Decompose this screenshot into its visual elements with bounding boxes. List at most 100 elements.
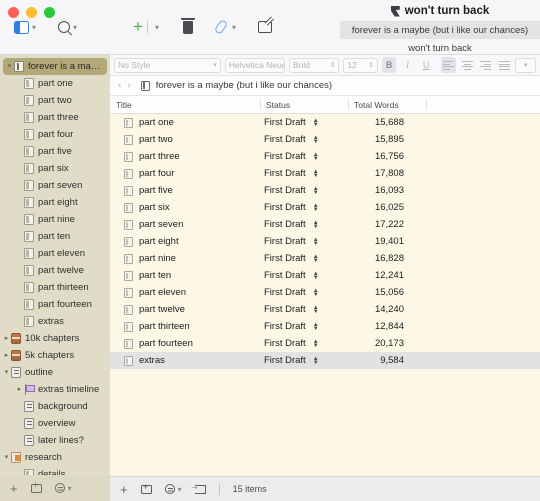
disclosure-triangle-icon[interactable] xyxy=(2,369,11,376)
cell-status[interactable]: First Draft ▲ ▼ xyxy=(260,355,348,366)
binder-item-part-thirteen[interactable]: part thirteen xyxy=(0,279,110,296)
trash-button[interactable] xyxy=(180,16,195,38)
sidebar-toggle-button[interactable]: ▾ xyxy=(14,16,36,38)
align-justify-button[interactable] xyxy=(497,57,511,73)
table-row[interactable]: part eleven First Draft ▲ ▼ 15,056 xyxy=(110,284,540,301)
binder-item-part-ten[interactable]: part ten xyxy=(0,228,110,245)
table-row[interactable]: part one First Draft ▲ ▼ 15,688 xyxy=(110,114,540,131)
table-row[interactable]: part five First Draft ▲ ▼ 16,093 xyxy=(110,182,540,199)
nav-forward-button[interactable]: › xyxy=(127,80,130,91)
nav-back-button[interactable]: ‹ xyxy=(118,80,121,91)
table-row[interactable]: part fourteen First Draft ▲ ▼ 20,173 xyxy=(110,335,540,352)
cell-status[interactable]: First Draft ▲ ▼ xyxy=(260,168,348,179)
disclosure-triangle-icon[interactable] xyxy=(15,386,24,393)
table-row[interactable]: part four First Draft ▲ ▼ 17,808 xyxy=(110,165,540,182)
popup-item-1[interactable]: won't turn back xyxy=(340,39,540,57)
status-stepper-icon[interactable]: ▲ ▼ xyxy=(313,118,319,128)
binder-item-details[interactable]: details xyxy=(0,466,110,475)
status-stepper-icon[interactable]: ▲ ▼ xyxy=(313,322,319,332)
table-row[interactable]: part six First Draft ▲ ▼ 16,025 xyxy=(110,199,540,216)
align-center-button[interactable] xyxy=(460,57,474,73)
cell-status[interactable]: First Draft ▲ ▼ xyxy=(260,202,348,213)
table-row[interactable]: part twelve First Draft ▲ ▼ 14,240 xyxy=(110,301,540,318)
status-stepper-icon[interactable]: ▲ ▼ xyxy=(313,186,319,196)
binder-item-part-three[interactable]: part three xyxy=(0,109,110,126)
binder-item-forever-is-a-mayb[interactable]: forever is a mayb... xyxy=(3,58,107,75)
cell-status[interactable]: First Draft ▲ ▼ xyxy=(260,236,348,247)
binder-item-extras-timeline[interactable]: extras timeline xyxy=(0,381,110,398)
binder-item-part-five[interactable]: part five xyxy=(0,143,110,160)
table-row[interactable]: extras First Draft ▲ ▼ 9,584 xyxy=(110,352,540,369)
cell-status[interactable]: First Draft ▲ ▼ xyxy=(260,185,348,196)
binder-add-button[interactable]: + xyxy=(10,482,18,495)
status-stepper-icon[interactable]: ▲ ▼ xyxy=(313,271,319,281)
column-header-status[interactable]: Status xyxy=(260,96,348,113)
compose-button[interactable] xyxy=(258,16,272,38)
new-folder-button[interactable] xyxy=(140,482,152,494)
disclosure-triangle-icon[interactable] xyxy=(2,335,11,342)
popup-item-0[interactable]: forever is a maybe (but i like our chanc… xyxy=(340,21,540,39)
binder-item-part-two[interactable]: part two xyxy=(0,92,110,109)
align-left-button[interactable] xyxy=(441,57,456,73)
cell-status[interactable]: First Draft ▲ ▼ xyxy=(260,117,348,128)
column-header-total-words[interactable]: Total Words xyxy=(348,96,426,113)
add-button[interactable]: + ▾ xyxy=(133,16,159,38)
status-stepper-icon[interactable]: ▲ ▼ xyxy=(313,169,319,179)
binder-new-folder-button[interactable] xyxy=(30,481,42,493)
chevron-down-icon[interactable]: ▾ xyxy=(155,24,159,32)
chevron-down-icon[interactable]: ▾ xyxy=(232,24,236,32)
binder-item-part-twelve[interactable]: part twelve xyxy=(0,262,110,279)
status-stepper-icon[interactable]: ▲ ▼ xyxy=(313,339,319,349)
binder-item-part-eight[interactable]: part eight xyxy=(0,194,110,211)
status-stepper-icon[interactable]: ▲ ▼ xyxy=(313,305,319,315)
cell-status[interactable]: First Draft ▲ ▼ xyxy=(260,304,348,315)
status-stepper-icon[interactable]: ▲ ▼ xyxy=(313,203,319,213)
binder-tree[interactable]: forever is a mayb... part one part two part… xyxy=(0,55,110,475)
binder-item-background[interactable]: background xyxy=(0,398,110,415)
underline-button[interactable]: U xyxy=(419,57,433,73)
chevron-down-icon[interactable]: ▾ xyxy=(32,24,36,32)
binder-item-overview[interactable]: overview xyxy=(0,415,110,432)
binder-item-10k-chapters[interactable]: 10k chapters xyxy=(0,330,110,347)
binder-item-extras[interactable]: extras xyxy=(0,313,110,330)
cell-status[interactable]: First Draft ▲ ▼ xyxy=(260,151,348,162)
binder-options-button[interactable]: ▾ xyxy=(54,483,72,493)
binder-item-part-four[interactable]: part four xyxy=(0,126,110,143)
add-document-button[interactable]: + xyxy=(120,483,128,496)
status-stepper-icon[interactable]: ▲ ▼ xyxy=(313,152,319,162)
status-stepper-icon[interactable]: ▲ ▼ xyxy=(313,254,319,264)
align-right-button[interactable] xyxy=(478,57,492,73)
search-button[interactable]: ▾ xyxy=(58,16,77,38)
table-row[interactable]: part nine First Draft ▲ ▼ 16,828 xyxy=(110,250,540,267)
cell-status[interactable]: First Draft ▲ ▼ xyxy=(260,219,348,230)
cell-status[interactable]: First Draft ▲ ▼ xyxy=(260,270,348,281)
font-select[interactable]: Helvetica Neue ⇕ xyxy=(224,57,285,73)
binder-item-5k-chapters[interactable]: 5k chapters xyxy=(0,347,110,364)
disclosure-triangle-icon[interactable] xyxy=(2,454,11,461)
binder-item-later-lines[interactable]: later lines? xyxy=(0,432,110,449)
table-row[interactable]: part ten First Draft ▲ ▼ 12,241 xyxy=(110,267,540,284)
chevron-down-icon[interactable]: ▾ xyxy=(73,24,77,32)
cell-status[interactable]: First Draft ▲ ▼ xyxy=(260,287,348,298)
table-row[interactable]: part seven First Draft ▲ ▼ 17,222 xyxy=(110,216,540,233)
binder-item-outline[interactable]: outline xyxy=(0,364,110,381)
table-row[interactable]: part three First Draft ▲ ▼ 16,756 xyxy=(110,148,540,165)
table-row[interactable]: part two First Draft ▲ ▼ 15,895 xyxy=(110,131,540,148)
binder-item-part-one[interactable]: part one xyxy=(0,75,110,92)
binder-item-part-seven[interactable]: part seven xyxy=(0,177,110,194)
status-stepper-icon[interactable]: ▲ ▼ xyxy=(313,135,319,145)
status-stepper-icon[interactable]: ▲ ▼ xyxy=(313,237,319,247)
disclosure-triangle-icon[interactable] xyxy=(5,63,14,70)
cell-status[interactable]: First Draft ▲ ▼ xyxy=(260,134,348,145)
binder-item-part-six[interactable]: part six xyxy=(0,160,110,177)
disclosure-triangle-icon[interactable] xyxy=(2,352,11,359)
cell-status[interactable]: First Draft ▲ ▼ xyxy=(260,338,348,349)
attach-button[interactable]: ▾ xyxy=(213,16,236,38)
table-row[interactable]: part eight First Draft ▲ ▼ 19,401 xyxy=(110,233,540,250)
italic-button[interactable]: I xyxy=(400,57,414,73)
binder-item-part-nine[interactable]: part nine xyxy=(0,211,110,228)
status-stepper-icon[interactable]: ▲ ▼ xyxy=(313,220,319,230)
table-row[interactable]: part thirteen First Draft ▲ ▼ 12,844 xyxy=(110,318,540,335)
binder-item-part-fourteen[interactable]: part fourteen xyxy=(0,296,110,313)
bold-button[interactable]: B xyxy=(381,57,397,73)
